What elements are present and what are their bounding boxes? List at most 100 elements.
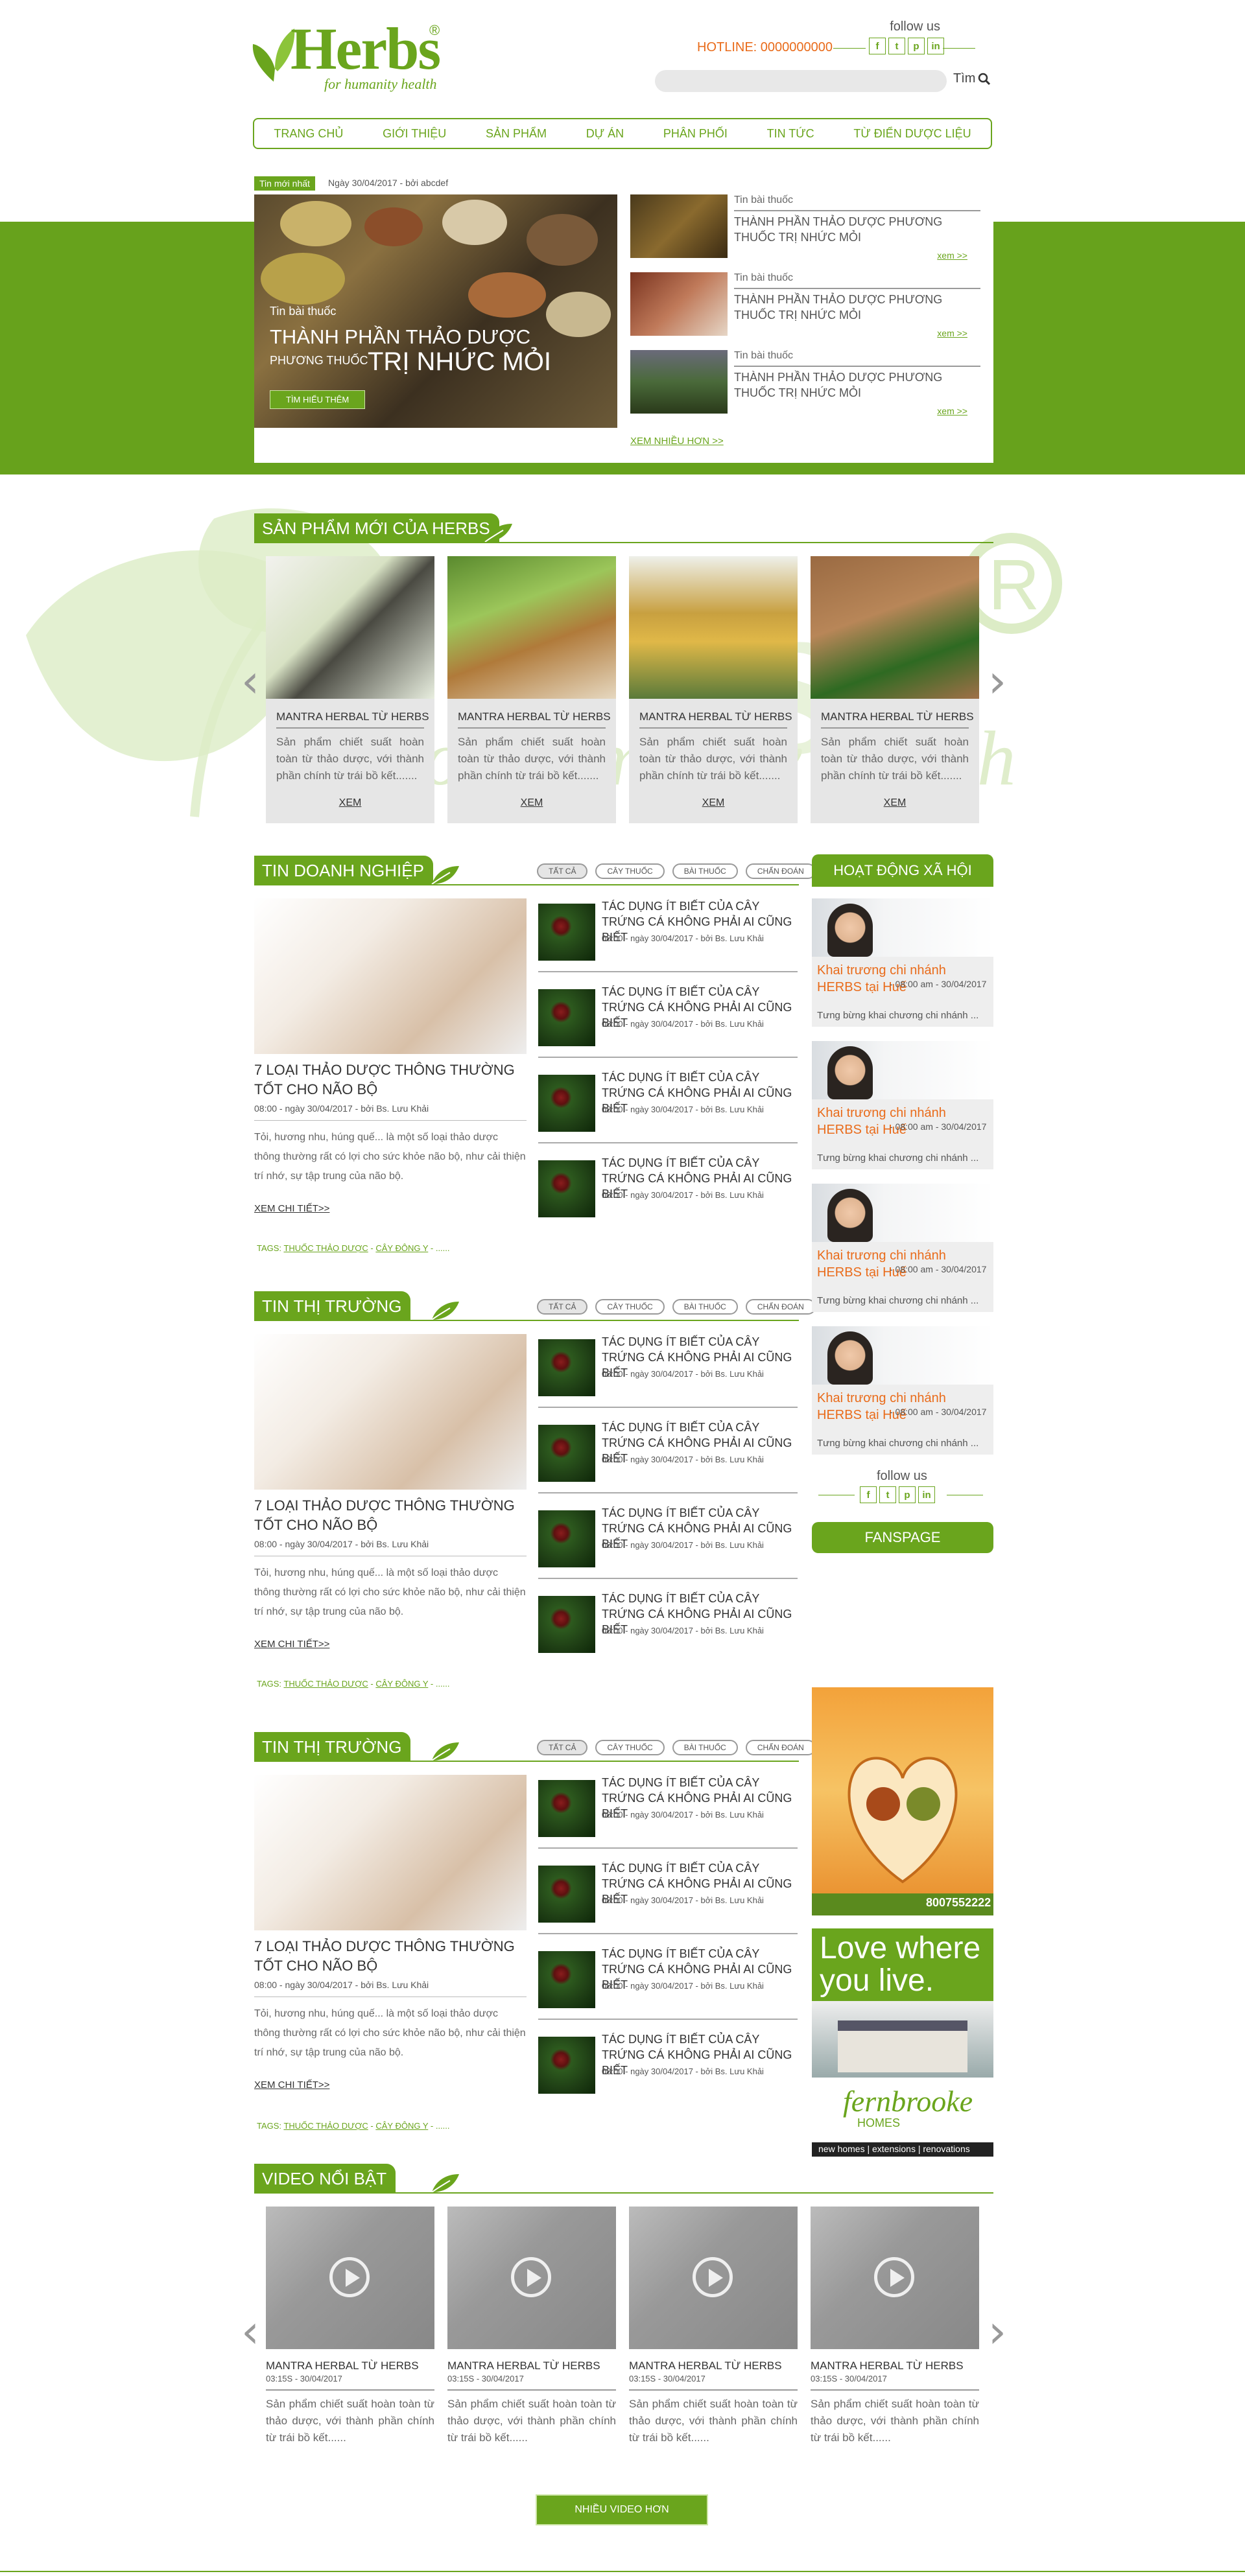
pinterest-icon[interactable]: p <box>908 38 925 54</box>
nav-products[interactable]: SẢN PHẨM <box>486 127 547 141</box>
product-view-link[interactable]: XEM <box>447 797 616 809</box>
side-news-more-link[interactable]: xem >> <box>937 328 967 338</box>
linkedin-icon[interactable]: in <box>918 1486 935 1503</box>
play-icon[interactable] <box>511 2257 551 2297</box>
facebook-icon[interactable]: f <box>860 1486 877 1503</box>
search-input[interactable] <box>655 70 947 92</box>
tag-link[interactable]: THUỐC THẢO DƯỢC <box>283 2121 368 2131</box>
activity-card[interactable]: Khai trương chi nhánh HERBS tại Huế - 08… <box>812 1326 993 1455</box>
activity-meta: - 08:00 am - 30/04/2017 <box>890 1407 987 1417</box>
news-list-item[interactable]: TÁC DỤNG ÍT BIẾT CỦA CÂY TRỨNG CÁ KHÔNG … <box>538 1155 798 1233</box>
product-view-link[interactable]: XEM <box>811 797 979 809</box>
filter-diagnosis[interactable]: CHẨN ĐOÁN <box>745 1299 816 1315</box>
play-icon[interactable] <box>874 2257 914 2297</box>
news-list-item[interactable]: TÁC DỤNG ÍT BIẾT CỦA CÂY TRỨNG CÁ KHÔNG … <box>538 1946 798 2024</box>
featured-news-title[interactable]: 7 LOẠI THẢO DƯỢC THÔNG THƯỜNG TỐT CHO NÃ… <box>254 1496 527 1535</box>
filter-remedies[interactable]: BÀI THUỐC <box>672 1299 738 1315</box>
footer-divider <box>0 2571 1245 2572</box>
filter-herbs[interactable]: CÂY THUỐC <box>595 1740 665 1755</box>
side-news-more-link[interactable]: xem >> <box>937 406 967 416</box>
filter-diagnosis[interactable]: CHẨN ĐOÁN <box>745 1740 816 1755</box>
news-filters: TẤT CẢ CÂY THUỐC BÀI THUỐC CHẨN ĐOÁN <box>537 1740 816 1755</box>
filter-herbs[interactable]: CÂY THUỐC <box>595 1299 665 1315</box>
logo[interactable]: Herbs ® for humanity health <box>252 14 473 99</box>
read-more-link[interactable]: XEM CHI TIẾT>> <box>254 2079 329 2090</box>
activity-card[interactable]: Khai trương chi nhánh HERBS tại Huế - 08… <box>812 1184 993 1312</box>
tags-end: - ...... <box>430 2121 450 2131</box>
video-card[interactable]: MANTRA HERBAL TỪ HERBS 03:15S - 30/04/20… <box>811 2207 979 2479</box>
news-list-item[interactable]: TÁC DỤNG ÍT BIẾT CỦA CÂY TRỨNG CÁ KHÔNG … <box>538 1334 798 1412</box>
twitter-icon[interactable]: t <box>879 1486 896 1503</box>
filter-all[interactable]: TẤT CẢ <box>537 1740 588 1755</box>
hero-subtitle-big: TRỊ NHỨC MỎI <box>368 347 552 376</box>
play-icon[interactable] <box>329 2257 370 2297</box>
tag-link[interactable]: THUỐC THẢO DƯỢC <box>283 1243 368 1253</box>
activity-card[interactable]: Khai trương chi nhánh HERBS tại Huế - 08… <box>812 898 993 1027</box>
video-card[interactable]: MANTRA HERBAL TỪ HERBS 03:15S - 30/04/20… <box>266 2207 434 2479</box>
featured-news-image[interactable] <box>254 1334 527 1490</box>
nav-distribution[interactable]: PHÂN PHỐI <box>663 127 728 141</box>
read-more-link[interactable]: XEM CHI TIẾT>> <box>254 1203 329 1214</box>
video-card[interactable]: MANTRA HERBAL TỪ HERBS 03:15S - 30/04/20… <box>629 2207 798 2479</box>
news-list-item[interactable]: TÁC DỤNG ÍT BIẾT CỦA CÂY TRỨNG CÁ KHÔNG … <box>538 1775 798 1853</box>
featured-news-image[interactable] <box>254 1775 527 1930</box>
filter-remedies[interactable]: BÀI THUỐC <box>672 863 738 879</box>
pinterest-icon[interactable]: p <box>899 1486 916 1503</box>
news-list-item[interactable]: TÁC DỤNG ÍT BIẾT CỦA CÂY TRỨNG CÁ KHÔNG … <box>538 2032 798 2109</box>
side-news-item[interactable]: Tin bài thuốc THÀNH PHẦN THẢO DƯỢC PHƯƠN… <box>630 272 980 344</box>
side-news-item[interactable]: Tin bài thuốc THÀNH PHẦN THẢO DƯỢC PHƯƠN… <box>630 194 980 266</box>
filter-diagnosis[interactable]: CHẨN ĐOÁN <box>745 863 816 879</box>
video-card[interactable]: MANTRA HERBAL TỪ HERBS 03:15S - 30/04/20… <box>447 2207 616 2479</box>
nav-dictionary[interactable]: TỪ ĐIỂN DƯỢC LIỆU <box>853 127 971 141</box>
product-card[interactable]: MANTRA HERBAL TỪ HERBS Sản phẩm chiết su… <box>629 556 798 823</box>
filter-herbs[interactable]: CÂY THUỐC <box>595 863 665 879</box>
filter-all[interactable]: TẤT CẢ <box>537 863 588 879</box>
activity-card[interactable]: Khai trương chi nhánh HERBS tại Huế - 08… <box>812 1041 993 1169</box>
twitter-icon[interactable]: t <box>888 38 905 54</box>
product-card[interactable]: MANTRA HERBAL TỪ HERBS Sản phẩm chiết su… <box>811 556 979 823</box>
ad-banner-homes[interactable]: Love where you live. fernbrooke HOMES ne… <box>812 1928 993 2157</box>
nav-projects[interactable]: DỰ ÁN <box>586 127 624 141</box>
news-list-item[interactable]: TÁC DỤNG ÍT BIẾT CỦA CÂY TRỨNG CÁ KHÔNG … <box>538 1505 798 1583</box>
hotline[interactable]: HOTLINE: 0000000000 <box>697 40 833 55</box>
product-view-link[interactable]: XEM <box>629 797 798 809</box>
tag-link[interactable]: CÂY ĐÔNG Y <box>375 1679 428 1689</box>
tag-link[interactable]: THUỐC THẢO DƯỢC <box>283 1679 368 1689</box>
more-news-link[interactable]: XEM NHIỀU HƠN >> <box>630 436 724 447</box>
product-card[interactable]: MANTRA HERBAL TỪ HERBS Sản phẩm chiết su… <box>447 556 616 823</box>
linkedin-icon[interactable]: in <box>927 38 944 54</box>
news-list-item[interactable]: TÁC DỤNG ÍT BIẾT CỦA CÂY TRỨNG CÁ KHÔNG … <box>538 1070 798 1147</box>
nav-home[interactable]: TRANG CHỦ <box>274 127 343 141</box>
chevron-right-icon[interactable]: › <box>988 655 1006 708</box>
side-news-item[interactable]: Tin bài thuốc THÀNH PHẦN THẢO DƯỢC PHƯƠN… <box>630 350 980 421</box>
more-videos-button[interactable]: NHIỀU VIDEO HƠN <box>536 2494 708 2525</box>
tag-link[interactable]: CÂY ĐÔNG Y <box>375 2121 428 2131</box>
hero-image[interactable]: Tin bài thuốc THÀNH PHẦN THẢO DƯỢC PHƯƠN… <box>254 194 617 428</box>
news-list-item[interactable]: TÁC DỤNG ÍT BIẾT CỦA CÂY TRỨNG CÁ KHÔNG … <box>538 1420 798 1497</box>
ad-banner-food[interactable]: 8007552222 <box>812 1687 993 1915</box>
featured-news-image[interactable] <box>254 898 527 1054</box>
featured-news-title[interactable]: 7 LOẠI THẢO DƯỢC THÔNG THƯỜNG TỐT CHO NÃ… <box>254 1060 527 1099</box>
news-list-item[interactable]: TÁC DỤNG ÍT BIẾT CỦA CÂY TRỨNG CÁ KHÔNG … <box>538 898 798 976</box>
facebook-icon[interactable]: f <box>869 38 886 54</box>
nav-news[interactable]: TIN TỨC <box>767 127 814 141</box>
play-icon[interactable] <box>693 2257 733 2297</box>
product-card[interactable]: MANTRA HERBAL TỪ HERBS Sản phẩm chiết su… <box>266 556 434 823</box>
learn-more-button[interactable]: TÌM HIỂU THÊM <box>270 390 366 409</box>
product-view-link[interactable]: XEM <box>266 797 434 809</box>
news-list-item[interactable]: TÁC DỤNG ÍT BIẾT CỦA CÂY TRỨNG CÁ KHÔNG … <box>538 984 798 1062</box>
nav-about[interactable]: GIỚI THIỆU <box>383 127 446 141</box>
featured-news-title[interactable]: 7 LOẠI THẢO DƯỢC THÔNG THƯỜNG TỐT CHO NÃ… <box>254 1937 527 1976</box>
search-button[interactable]: Tìm <box>953 71 991 86</box>
filter-remedies[interactable]: BÀI THUỐC <box>672 1740 738 1755</box>
filter-all[interactable]: TẤT CẢ <box>537 1299 588 1315</box>
side-news-more-link[interactable]: xem >> <box>937 250 967 261</box>
chevron-left-icon[interactable]: ‹ <box>241 2305 259 2358</box>
chevron-right-icon[interactable]: › <box>988 2305 1006 2358</box>
tag-link[interactable]: CÂY ĐÔNG Y <box>375 1243 428 1253</box>
read-more-link[interactable]: XEM CHI TIẾT>> <box>254 1639 329 1650</box>
fanpage-button[interactable]: FANSPAGE <box>812 1522 993 1553</box>
chevron-left-icon[interactable]: ‹ <box>241 655 259 708</box>
news-list-item[interactable]: TÁC DỤNG ÍT BIẾT CỦA CÂY TRỨNG CÁ KHÔNG … <box>538 1591 798 1669</box>
news-list-item[interactable]: TÁC DỤNG ÍT BIẾT CỦA CÂY TRỨNG CÁ KHÔNG … <box>538 1860 798 1938</box>
